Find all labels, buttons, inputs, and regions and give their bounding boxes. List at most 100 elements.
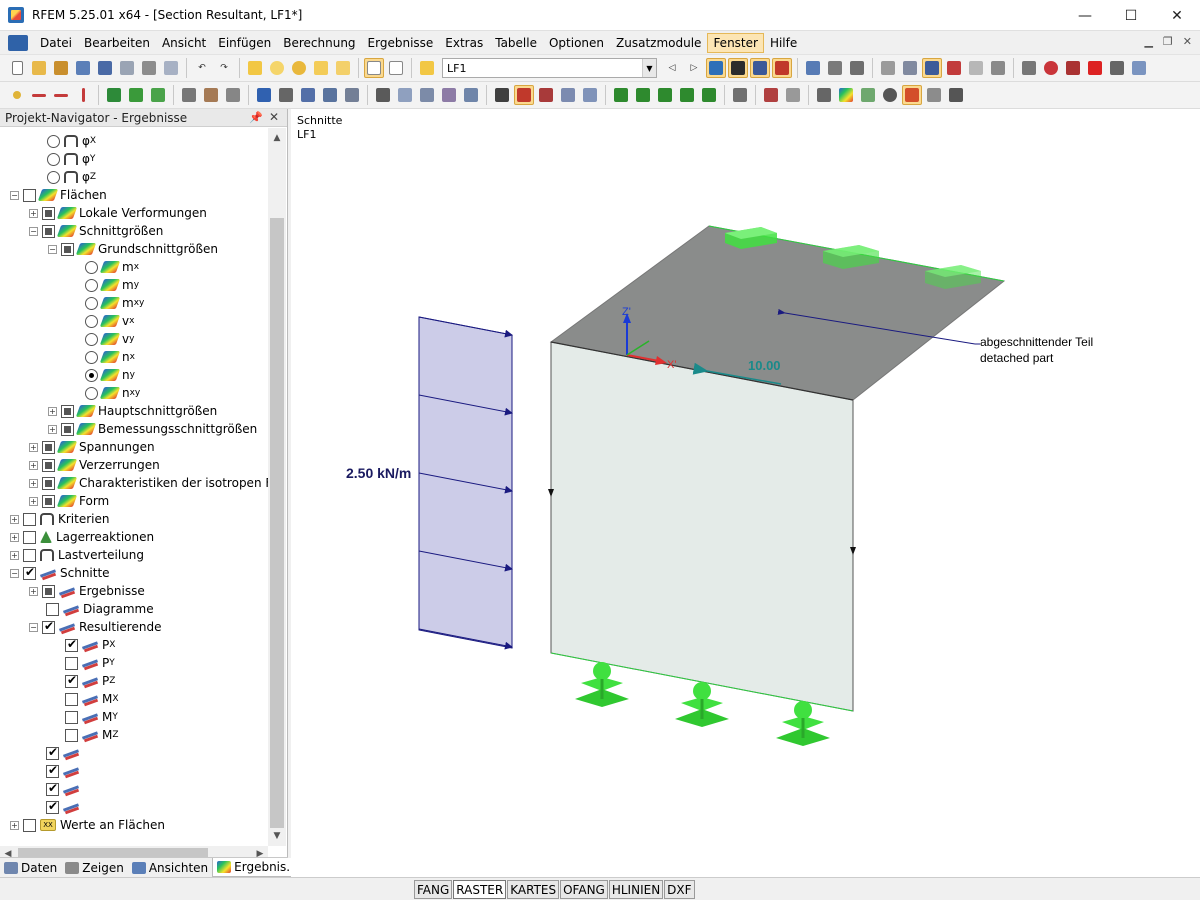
print-preview-icon[interactable] bbox=[117, 58, 137, 78]
results-on-icon[interactable] bbox=[706, 58, 726, 78]
checkbox[interactable] bbox=[46, 799, 59, 814]
checkbox[interactable] bbox=[46, 602, 59, 616]
tree-item-werte-an-flaechen[interactable]: + XX Werte an Flächen bbox=[10, 816, 165, 834]
mirror-icon[interactable] bbox=[1063, 58, 1083, 78]
tree-item-schnitte[interactable]: − Schnitte bbox=[10, 564, 110, 582]
hinge-icon[interactable] bbox=[179, 85, 199, 105]
tree-item-grundschnittgroessen[interactable]: − Grundschnittgrößen bbox=[48, 240, 218, 258]
collapse-icon[interactable]: − bbox=[29, 622, 38, 632]
checkbox[interactable] bbox=[42, 440, 55, 454]
checkbox[interactable] bbox=[23, 565, 36, 580]
model-canvas[interactable]: 2.50 kN/m Z' X' 10.00 abgeschnittender T… bbox=[291, 109, 1200, 877]
tree-item-nx[interactable]: nx bbox=[85, 348, 135, 366]
status-ofang-button[interactable]: OFANG bbox=[560, 880, 608, 899]
collapse-icon[interactable]: − bbox=[48, 244, 57, 254]
tree-item-lagerreaktionen[interactable]: + Lagerreaktionen bbox=[10, 528, 154, 546]
tree-item-py[interactable]: PY bbox=[65, 654, 115, 672]
checkbox[interactable] bbox=[61, 404, 74, 418]
tree-item-nxy[interactable]: n xy bbox=[85, 384, 140, 402]
delete-icon[interactable] bbox=[1085, 58, 1105, 78]
tree-item-mx[interactable]: mx bbox=[85, 258, 139, 276]
new-line-icon[interactable] bbox=[29, 85, 49, 105]
tree-item-ny[interactable]: ny bbox=[85, 366, 135, 384]
tree-item-form[interactable]: + Form bbox=[29, 492, 109, 510]
expand-icon[interactable]: + bbox=[29, 586, 38, 596]
menu-optionen[interactable]: Optionen bbox=[543, 33, 610, 53]
status-dxf-button[interactable]: DXF bbox=[664, 880, 695, 899]
tree-item-mxy[interactable]: m xy bbox=[85, 294, 144, 312]
new-node-icon[interactable] bbox=[7, 85, 27, 105]
previous-load-case-icon[interactable]: ◁ bbox=[662, 58, 682, 78]
section-display-icon[interactable] bbox=[902, 85, 922, 105]
result-values-icon[interactable] bbox=[728, 58, 748, 78]
menu-fenster[interactable]: Fenster bbox=[707, 32, 764, 53]
checkbox[interactable] bbox=[42, 458, 55, 472]
surface-load-icon[interactable] bbox=[298, 85, 318, 105]
collapse-icon[interactable]: − bbox=[10, 190, 19, 200]
checkbox[interactable] bbox=[42, 476, 55, 490]
radio-button[interactable] bbox=[85, 278, 98, 292]
select-surface-icon[interactable] bbox=[558, 85, 578, 105]
load-case-select[interactable]: LF1 ▼ bbox=[442, 58, 657, 78]
mdi-close-icon[interactable]: ✕ bbox=[1183, 35, 1192, 48]
red-axes-icon[interactable] bbox=[944, 58, 964, 78]
support-display-icon[interactable] bbox=[814, 85, 834, 105]
new-window-icon[interactable] bbox=[333, 58, 353, 78]
tree-item-my-resultant[interactable]: MY bbox=[65, 708, 118, 726]
expand-icon[interactable]: + bbox=[10, 514, 19, 524]
status-fang-button[interactable]: FANG bbox=[414, 880, 453, 899]
menu-berechnung[interactable]: Berechnung bbox=[277, 33, 361, 53]
tree-item-verzerrungen[interactable]: + Verzerrungen bbox=[29, 456, 160, 474]
view-y-icon[interactable] bbox=[633, 85, 653, 105]
checkbox[interactable] bbox=[65, 656, 78, 670]
open-folder-icon[interactable] bbox=[29, 58, 49, 78]
menu-tabelle[interactable]: Tabelle bbox=[489, 33, 543, 53]
tree-item-spannungen[interactable]: + Spannungen bbox=[29, 438, 155, 456]
collapse-icon[interactable]: − bbox=[29, 226, 38, 236]
collapse-icon[interactable]: − bbox=[10, 568, 19, 578]
radio-button[interactable] bbox=[85, 260, 98, 274]
checkbox[interactable] bbox=[23, 530, 36, 544]
tree-item-lastverteilung[interactable]: + Lastverteilung bbox=[10, 546, 144, 564]
result-beam-icon[interactable] bbox=[417, 85, 437, 105]
maximize-button[interactable]: ☐ bbox=[1108, 0, 1154, 31]
checkbox[interactable] bbox=[42, 224, 55, 238]
tree-item-mz-resultant[interactable]: MZ bbox=[65, 726, 119, 744]
chevron-down-icon[interactable]: ▼ bbox=[642, 59, 656, 77]
tree-item-vy[interactable]: vy bbox=[85, 330, 134, 348]
radio-button[interactable] bbox=[85, 314, 98, 328]
checkbox[interactable] bbox=[46, 781, 59, 796]
menu-extras[interactable]: Extras bbox=[439, 33, 489, 53]
navigator-vertical-scrollbar[interactable]: ▲ ▼ bbox=[268, 128, 286, 846]
tree-item-kriterien[interactable]: + Kriterien bbox=[10, 510, 109, 528]
expand-icon[interactable]: + bbox=[10, 550, 19, 560]
document-menu-icon[interactable] bbox=[8, 34, 28, 51]
tree-item-hauptschnittgroessen[interactable]: + Hauptschnittgrößen bbox=[48, 402, 217, 420]
select-window-icon[interactable] bbox=[514, 85, 534, 105]
tree-item-section-1[interactable] bbox=[46, 744, 83, 762]
expand-icon[interactable]: + bbox=[48, 424, 57, 434]
checkbox[interactable] bbox=[61, 422, 74, 436]
ruler-icon[interactable] bbox=[783, 85, 803, 105]
tree-item-mx-resultant[interactable]: MX bbox=[65, 690, 119, 708]
checkbox[interactable] bbox=[23, 188, 36, 202]
new-member-icon[interactable] bbox=[51, 85, 71, 105]
tab-ergebnisse[interactable]: Ergebnis... bbox=[212, 858, 303, 877]
solid-display-icon[interactable] bbox=[858, 85, 878, 105]
view-x-icon[interactable] bbox=[611, 85, 631, 105]
tree-item-flaechen[interactable]: − Flächen bbox=[10, 186, 107, 204]
window-tile-icon[interactable] bbox=[946, 85, 966, 105]
menu-hilfe[interactable]: Hilfe bbox=[764, 33, 803, 53]
view-custom-icon[interactable] bbox=[699, 85, 719, 105]
mdi-minimize-icon[interactable]: ▁ bbox=[1144, 35, 1152, 48]
radio-button[interactable] bbox=[85, 368, 98, 382]
table-toggle-icon[interactable] bbox=[386, 58, 406, 78]
rotate-icon[interactable] bbox=[1041, 58, 1061, 78]
navigator-toggle-icon[interactable] bbox=[364, 58, 384, 78]
checkbox[interactable] bbox=[23, 512, 36, 526]
select-solid-icon[interactable] bbox=[580, 85, 600, 105]
expand-icon[interactable]: + bbox=[29, 460, 38, 470]
tab-daten[interactable]: Daten bbox=[0, 858, 61, 877]
tree-item-charakteristiken[interactable]: + Charakteristiken der isotropen Fläc bbox=[29, 474, 268, 492]
print-icon[interactable] bbox=[139, 58, 159, 78]
